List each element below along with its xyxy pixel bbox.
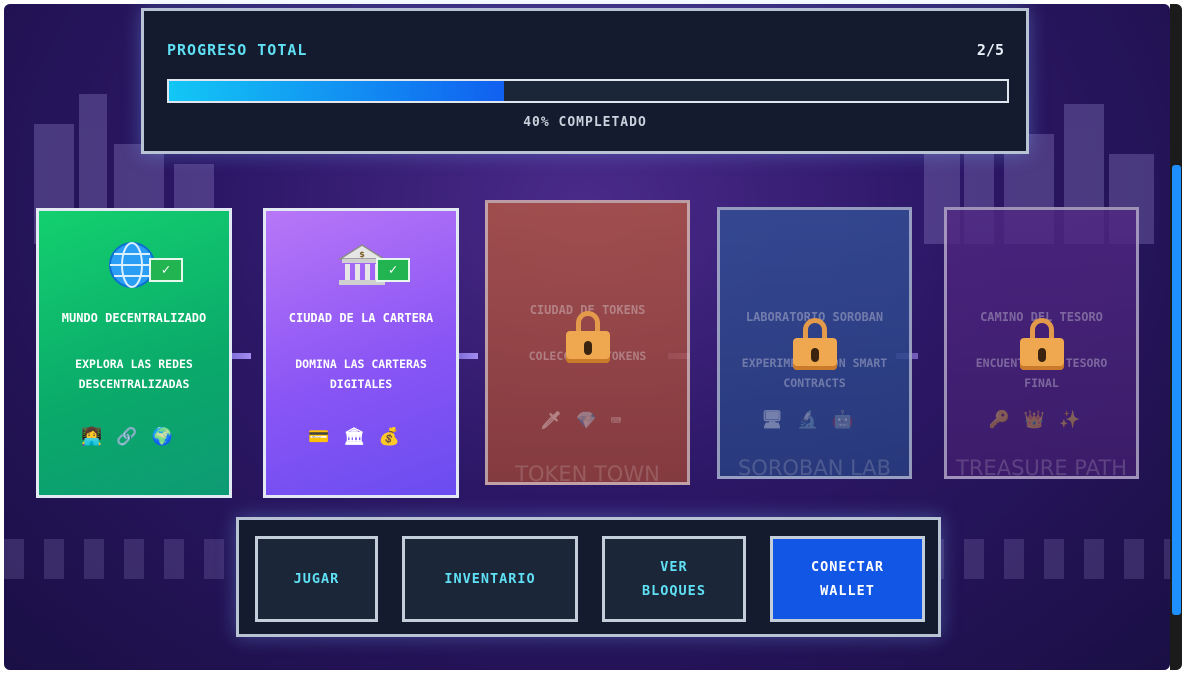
- world-card-treasure-path[interactable]: CAMINO DEL TESORO ENCUENTRA EL TESORO FI…: [944, 207, 1139, 480]
- progress-bar: [167, 79, 1009, 103]
- world-background-label: SOROBAN LAB: [737, 456, 892, 480]
- money-bag-icon: 💰: [378, 427, 414, 447]
- dagger-icon: 🗡: [539, 411, 576, 431]
- world-background-label: TOKEN TOWN: [515, 462, 660, 486]
- globe-icon: [39, 241, 229, 291]
- earth-icon: 🌍: [151, 427, 187, 447]
- progress-panel: PROGRESO TOTAL 2/5 40% COMPLETADO: [141, 8, 1029, 154]
- world-card-wallet-city[interactable]: $ ✓ CIUDAD DE LA CARTERA DOMINA LAS CART…: [263, 208, 459, 498]
- scrollbar-thumb[interactable]: [1172, 165, 1181, 615]
- path-connector: [229, 353, 251, 359]
- microscope-icon: 🔬: [797, 410, 833, 430]
- bank-icon: $: [266, 241, 456, 291]
- world-title: CIUDAD DE LA CARTERA: [288, 311, 434, 325]
- path-connector: [456, 353, 478, 359]
- world-card-soroban-lab[interactable]: LABORATORIO SOROBAN EXPERIMENTA CON SMAR…: [717, 207, 912, 480]
- progress-count: 2/5: [976, 41, 1004, 59]
- play-button[interactable]: JUGAR: [255, 536, 378, 622]
- world-items: 🗡💎⌨: [488, 411, 687, 431]
- robot-icon: 🤖: [832, 410, 868, 430]
- link-icon: 🔗: [116, 427, 152, 447]
- world-items: 💳🏛💰: [266, 427, 456, 447]
- world-items: 🔑👑✨: [947, 410, 1136, 430]
- completed-check-icon: ✓: [149, 258, 183, 282]
- svg-text:$: $: [359, 250, 365, 259]
- view-blocks-label-line1: VER: [660, 559, 688, 575]
- technologist-icon: 👩‍💻: [81, 427, 117, 447]
- connect-wallet-button[interactable]: CONECTAR WALLET: [770, 536, 925, 622]
- world-background-label: TREASURE PATH: [956, 456, 1127, 480]
- progress-label: 40% COMPLETADO: [523, 115, 647, 130]
- view-blocks-button[interactable]: VER BLOQUES: [602, 536, 746, 622]
- lock-icon: [1019, 318, 1064, 370]
- world-description: EXPLORA LAS REDES DESCENTRALIZADAS: [75, 357, 193, 391]
- world-description: DOMINA LAS CARTERAS DIGITALES: [295, 357, 427, 391]
- keyboard-icon: ⌨: [610, 411, 635, 431]
- crown-icon: 👑: [1023, 410, 1060, 430]
- connect-wallet-label-line1: CONECTAR: [810, 559, 885, 575]
- world-card-decentralized[interactable]: ✓ MUNDO DECENTRALIZADO EXPLORA LAS REDES…: [36, 208, 232, 498]
- view-blocks-label-line2: BLOQUES: [642, 583, 706, 599]
- inventory-button[interactable]: INVENTARIO: [402, 536, 578, 622]
- lock-icon: [565, 311, 610, 363]
- world-items: 👩‍💻🔗🌍: [39, 427, 229, 447]
- connect-wallet-label-line2: WALLET: [820, 583, 875, 599]
- world-card-token-town[interactable]: CIUDAD DE TOKENS COLECCIONA TOKENS 🗡💎⌨ T…: [485, 200, 690, 486]
- world-title: MUNDO DECENTRALIZADO: [61, 311, 207, 325]
- lock-icon: [792, 318, 837, 370]
- computer-icon: 🖥: [761, 410, 798, 430]
- gem-icon: 💎: [575, 411, 611, 431]
- key-icon: 🔑: [988, 410, 1024, 430]
- progress-title: PROGRESO TOTAL: [167, 41, 308, 59]
- world-items: 🖥🔬🤖: [720, 410, 909, 430]
- credit-card-icon: 💳: [308, 427, 344, 447]
- progress-fill: [169, 81, 505, 101]
- action-bar: JUGAR INVENTARIO VER BLOQUES CONECTAR WA…: [236, 517, 941, 637]
- completed-check-icon: ✓: [376, 258, 410, 282]
- sparkles-icon: ✨: [1059, 410, 1095, 430]
- bank-icon: 🏛: [343, 427, 379, 447]
